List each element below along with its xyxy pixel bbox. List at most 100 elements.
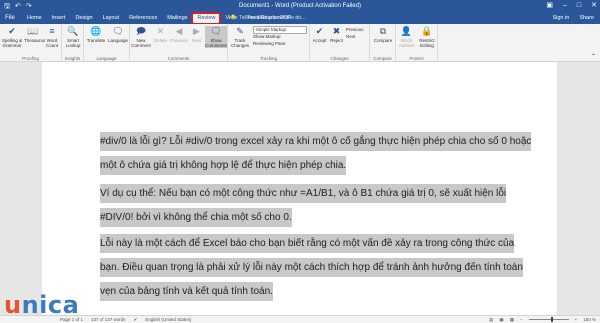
selected-text: Lỗi này là một cách để Excel báo cho bạn… <box>100 234 523 301</box>
document-page[interactable]: #div/0 là lỗi gì? Lỗi #div/0 trong excel… <box>42 62 557 315</box>
tab-mailings[interactable]: Mailings <box>162 13 192 24</box>
share-button[interactable]: Share <box>579 13 594 24</box>
lightbulb-icon: 💡 <box>230 15 237 21</box>
next-comment-icon: ▶ <box>193 26 200 36</box>
track-changes-icon: ✎ <box>236 26 244 36</box>
group-protect: 👤 Block Authors 🔒 Restrict Editing Protect <box>396 24 438 62</box>
proofing-status-icon[interactable]: ✔ <box>134 316 138 323</box>
paragraph-3[interactable]: Lỗi này là một cách để Excel báo cho bạn… <box>100 232 534 304</box>
print-layout-icon[interactable]: ▣ <box>499 316 503 323</box>
next-change-button[interactable]: Next <box>346 34 355 40</box>
spelling-icon: ✔ <box>8 26 16 36</box>
reject-icon: ✖ <box>332 26 341 36</box>
group-label-proofing: Proofing <box>22 56 39 61</box>
show-markup-dropdown[interactable]: Show Markup <box>253 34 281 40</box>
previous-change-button[interactable]: Previous <box>346 27 364 33</box>
spelling-button[interactable]: ✔ Spelling & Grammar <box>1 26 23 48</box>
group-comments: 🗩 New Comment ✕ Delete ◀ Previous ▶ Next 🗨 Sh… <box>130 24 228 62</box>
tab-references[interactable]: References <box>124 13 162 24</box>
previous-comment-icon: ◀ <box>175 26 183 36</box>
unica-logo: unica <box>4 291 80 319</box>
tell-me-text: Tell me what you want to do... <box>239 15 306 21</box>
zoom-in-button[interactable]: + <box>575 316 578 323</box>
delete-comment-icon: ✕ <box>156 26 165 36</box>
reject-button[interactable]: ✖ Reject <box>329 26 344 43</box>
language-status[interactable]: English (United States) <box>145 316 191 323</box>
book-icon: 📖 <box>27 26 39 36</box>
page-count[interactable]: Page 1 of 1 <box>60 316 83 323</box>
tab-home[interactable]: Home <box>22 13 47 24</box>
translate-button[interactable]: 🌐 Translate <box>86 26 106 43</box>
sign-in-link[interactable]: Sign in <box>552 13 569 24</box>
group-label-insights: Insights <box>64 56 81 61</box>
previous-comment-button[interactable]: ◀ Previous <box>170 26 188 43</box>
group-label-tracking: Tracking <box>259 56 278 61</box>
ribbon: ✔ Spelling & Grammar 📖 Thesaurus ≡ Word Cou… <box>0 24 600 62</box>
zoom-slider[interactable] <box>528 317 569 322</box>
next-comment-button[interactable]: ▶ Next <box>189 26 204 43</box>
group-label-changes: Changes <box>330 56 349 61</box>
close-icon[interactable]: ✕ <box>591 1 597 11</box>
status-bar: Page 1 of 1 137 of 137 words ✔ English (… <box>0 315 600 323</box>
web-layout-icon[interactable]: ▦ <box>510 316 514 323</box>
translate-icon: 🌐 <box>90 26 102 36</box>
word-count-icon: ≡ <box>49 26 55 36</box>
zoom-thumb[interactable] <box>551 317 554 322</box>
title-bar: 🖫 ↶ ↷ Document1 - Word (Product Activati… <box>0 0 600 13</box>
smart-lookup-button[interactable]: 🔍 Smart Lookup <box>64 26 82 48</box>
markup-select[interactable]: Simple Markup <box>253 26 307 34</box>
language-icon: 🗨 <box>112 26 124 36</box>
tab-design[interactable]: Design <box>70 13 97 24</box>
delete-comment-button[interactable]: ✕ Delete <box>152 26 169 43</box>
document-workspace: #div/0 là lỗi gì? Lỗi #div/0 trong excel… <box>0 62 600 315</box>
tab-layout[interactable]: Layout <box>98 13 125 24</box>
paragraph-2[interactable]: Ví dụ cụ thể: Nếu bạn có một công thức n… <box>100 182 534 230</box>
compare-icon: ⧉ <box>379 26 387 36</box>
accept-button[interactable]: ✔ Accept <box>311 26 328 43</box>
accept-icon: ✔ <box>315 26 324 36</box>
zoom-out-button[interactable]: − <box>520 316 523 323</box>
restrict-editing-button[interactable]: 🔒 Restrict Editing <box>417 26 437 48</box>
menu-tabs: File Home Insert Design Layout References Mai… <box>0 12 600 25</box>
status-right: ▤ ▣ ▦ − + 150 % <box>489 316 596 323</box>
group-label-language: Language <box>96 56 117 61</box>
new-comment-icon: 🗩 <box>136 26 146 36</box>
block-authors-icon: 👤 <box>400 26 413 36</box>
tab-insert[interactable]: Insert <box>47 13 71 24</box>
window-title: Document1 - Word (Product Activation Fai… <box>239 3 361 9</box>
group-label-protect: Protect <box>409 56 424 61</box>
group-label-comments: Comments <box>167 56 190 61</box>
word-count[interactable]: 137 of 137 words <box>91 316 126 323</box>
thesaurus-button[interactable]: 📖 Thesaurus <box>24 26 45 43</box>
group-label-compare: Compare <box>373 56 392 61</box>
tab-review[interactable]: Review <box>191 12 222 25</box>
minimize-icon[interactable]: – <box>563 1 567 11</box>
group-insights: 🔍 Smart Lookup Insights <box>62 24 84 62</box>
group-changes: ✔ Accept ✖ Reject Previous Next Changes <box>310 24 370 62</box>
reviewing-pane-dropdown[interactable]: Reviewing Pane <box>253 41 286 47</box>
selected-text: Ví dụ cụ thể: Nếu bạn có một công thức n… <box>100 184 507 227</box>
new-comment-button[interactable]: 🗩 New Comment <box>131 26 151 48</box>
lock-icon: 🔒 <box>421 26 433 36</box>
smart-lookup-icon: 🔍 <box>67 26 79 36</box>
compare-button[interactable]: ⧉ Compare <box>372 26 394 43</box>
group-proofing: ✔ Spelling & Grammar 📖 Thesaurus ≡ Word Cou… <box>0 24 62 62</box>
tell-me-box[interactable]: 💡 Tell me what you want to do... <box>230 13 305 24</box>
ribbon-display-icon[interactable]: ▣ <box>546 1 553 11</box>
track-changes-button[interactable]: ✎ Track Changes <box>229 26 251 48</box>
read-mode-icon[interactable]: ▤ <box>489 316 493 323</box>
restore-icon[interactable]: □ <box>577 1 581 11</box>
group-compare: ⧉ Compare Compare <box>370 24 396 62</box>
selected-text: #div/0 là lỗi gì? Lỗi #div/0 trong excel… <box>100 132 532 175</box>
group-language: 🌐 Translate 🗨 Language Language <box>84 24 130 62</box>
status-left: Page 1 of 1 137 of 137 words ✔ English (… <box>60 316 191 323</box>
tab-file[interactable]: File <box>0 13 20 24</box>
account-area: Sign in Share <box>552 13 594 24</box>
zoom-level[interactable]: 150 % <box>583 316 596 323</box>
paragraph-1[interactable]: #div/0 là lỗi gì? Lỗi #div/0 trong excel… <box>100 130 534 178</box>
word-count-button[interactable]: ≡ Word Count <box>43 26 61 48</box>
language-button[interactable]: 🗨 Language <box>107 26 129 43</box>
show-comments-button[interactable]: 🗨 Show Comments <box>205 26 227 48</box>
collapse-ribbon-icon[interactable]: ⌃ <box>591 54 596 60</box>
block-authors-button[interactable]: 👤 Block Authors <box>397 26 416 48</box>
